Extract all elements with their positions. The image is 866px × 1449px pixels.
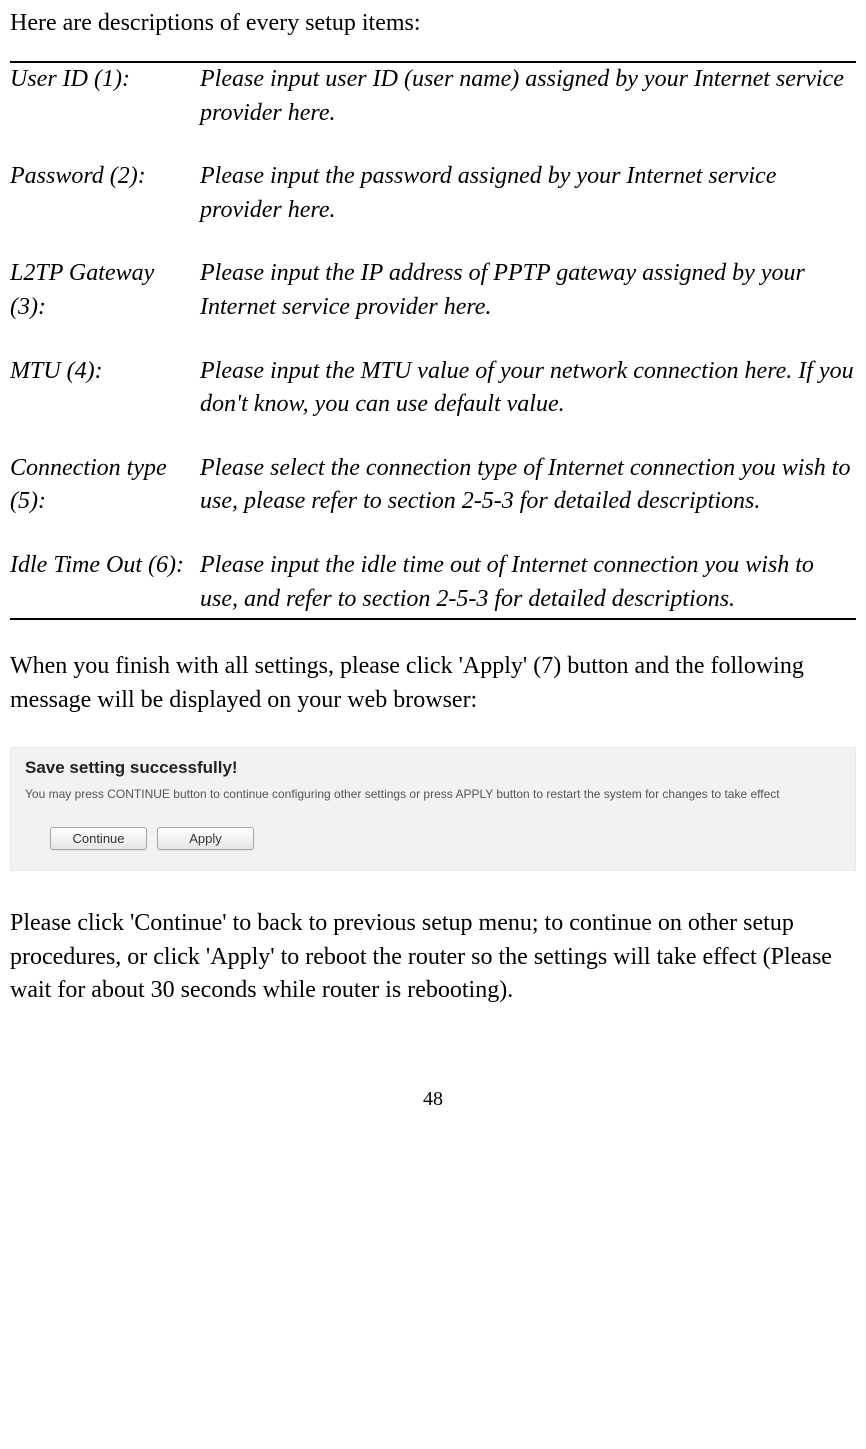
setup-items-table: User ID (1): Please input user ID (user … bbox=[10, 63, 856, 618]
table-row: MTU (4): Please input the MTU value of y… bbox=[10, 355, 856, 452]
divider-bottom bbox=[10, 618, 856, 620]
intro-text: Here are descriptions of every setup ite… bbox=[10, 10, 856, 37]
page-number: 48 bbox=[10, 1088, 856, 1111]
dialog-text: You may press CONTINUE button to continu… bbox=[25, 786, 841, 803]
item-description: Please input the IP address of PPTP gate… bbox=[200, 257, 856, 354]
post-dialog-text: Please click 'Continue' to back to previ… bbox=[10, 907, 856, 1008]
dialog-title: Save setting successfully! bbox=[25, 758, 841, 778]
item-description: Please input the MTU value of your netwo… bbox=[200, 355, 856, 452]
table-row: Password (2): Please input the password … bbox=[10, 160, 856, 257]
item-description: Please select the connection type of Int… bbox=[200, 452, 856, 549]
item-description: Please input the password assigned by yo… bbox=[200, 160, 856, 257]
dialog-button-row: Continue Apply bbox=[25, 827, 841, 850]
item-label: Idle Time Out (6): bbox=[10, 549, 200, 618]
continue-button[interactable]: Continue bbox=[50, 827, 147, 850]
item-label: Connection type (5): bbox=[10, 452, 200, 549]
after-table-text: When you finish with all settings, pleas… bbox=[10, 650, 856, 717]
item-description: Please input the idle time out of Intern… bbox=[200, 549, 856, 618]
table-row: L2TP Gateway (3): Please input the IP ad… bbox=[10, 257, 856, 354]
item-label: MTU (4): bbox=[10, 355, 200, 452]
table-row: User ID (1): Please input user ID (user … bbox=[10, 63, 856, 160]
item-description: Please input user ID (user name) assigne… bbox=[200, 63, 856, 160]
apply-button[interactable]: Apply bbox=[157, 827, 254, 850]
table-row: Connection type (5): Please select the c… bbox=[10, 452, 856, 549]
item-label: User ID (1): bbox=[10, 63, 200, 160]
item-label: L2TP Gateway (3): bbox=[10, 257, 200, 354]
save-dialog: Save setting successfully! You may press… bbox=[10, 747, 856, 871]
table-row: Idle Time Out (6): Please input the idle… bbox=[10, 549, 856, 618]
item-label: Password (2): bbox=[10, 160, 200, 257]
